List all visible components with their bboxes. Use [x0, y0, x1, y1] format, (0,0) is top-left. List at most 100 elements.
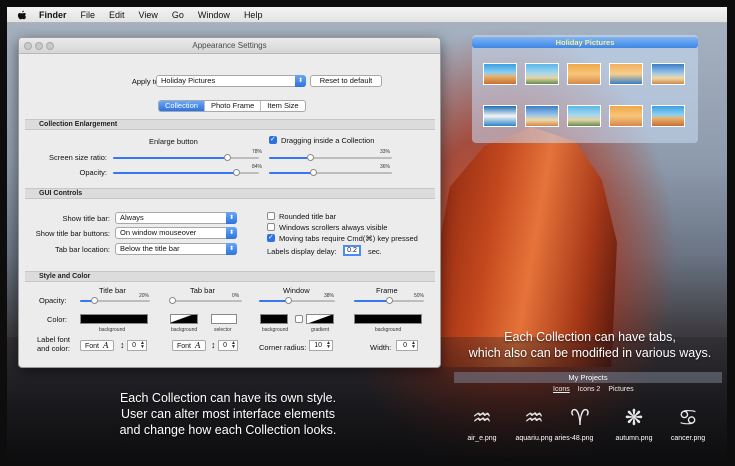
frame-opacity-slider[interactable]: [354, 297, 424, 305]
show-title-buttons-select[interactable]: On window mouseover ⬍: [115, 227, 237, 239]
air-icon[interactable]: ♒: [462, 406, 502, 430]
file-name[interactable]: air_e.png: [456, 434, 508, 443]
apple-icon[interactable]: [17, 10, 27, 20]
menu-edit[interactable]: Edit: [109, 10, 125, 20]
window-opacity-slider[interactable]: [259, 297, 335, 305]
my-projects-collection[interactable]: My Projects Icons Icons 2 Pictures ♒ air…: [454, 372, 722, 456]
slider-knob[interactable]: [223, 154, 231, 161]
slider-knob[interactable]: [91, 297, 98, 304]
my-projects-title[interactable]: My Projects: [454, 372, 722, 383]
tab-pictures[interactable]: Pictures: [604, 385, 637, 394]
tab-collection[interactable]: Collection: [159, 101, 205, 111]
corner-radius-field[interactable]: 10 ▲ ▼: [309, 340, 333, 351]
photo-thumbnail[interactable]: [609, 105, 643, 127]
style-color-label: Color:: [47, 315, 68, 324]
file-name[interactable]: aries-48.png: [554, 434, 594, 443]
chevron-updown-icon: ⬍: [226, 212, 237, 224]
appearance-settings-window: Appearance Settings Apply to: Holiday Pi…: [18, 37, 441, 368]
title-bar-color-swatch[interactable]: [80, 314, 148, 324]
slider-knob[interactable]: [310, 169, 318, 176]
labels-delay-field[interactable]: 0.2: [343, 245, 361, 256]
rounded-title-bar-checkbox[interactable]: [267, 212, 275, 220]
drag-ratio-slider[interactable]: [269, 154, 392, 162]
photo-thumbnail[interactable]: [525, 105, 559, 127]
stepper-icon[interactable]: ▲ ▼: [230, 341, 237, 350]
font-button-label: Font: [177, 343, 192, 350]
apply-to-label: Apply to:: [131, 77, 161, 86]
tab-icons-2[interactable]: Icons 2: [574, 385, 605, 394]
tab-photo-frame[interactable]: Photo Frame: [205, 101, 262, 111]
cancer-icon[interactable]: ♋: [668, 406, 708, 430]
column-tab-bar: Tab bar: [190, 286, 216, 295]
window-gradient-swatch[interactable]: [306, 314, 334, 324]
stepper-icon[interactable]: ▲ ▼: [139, 341, 146, 350]
drag-opacity-slider[interactable]: [269, 169, 392, 177]
stepper-icon[interactable]: ▲ ▼: [410, 341, 417, 350]
tab-icons[interactable]: Icons: [549, 385, 574, 394]
slider-knob[interactable]: [284, 297, 292, 304]
slider-knob[interactable]: [306, 154, 314, 161]
photo-thumbnail[interactable]: [651, 105, 685, 127]
file-name[interactable]: autumn.png: [608, 434, 660, 443]
menu-go[interactable]: Go: [172, 10, 184, 20]
slider-knob[interactable]: [386, 297, 393, 304]
show-title-bar-select[interactable]: Always ⬍: [115, 212, 237, 224]
scrollers-visible-checkbox[interactable]: [267, 223, 275, 231]
slider-knob[interactable]: [232, 169, 240, 176]
menu-finder[interactable]: Finder: [39, 10, 67, 20]
frame-color-swatch[interactable]: [354, 314, 422, 324]
my-projects-tabs: Icons Icons 2 Pictures: [549, 385, 638, 394]
minimize-button[interactable]: [35, 42, 43, 50]
window-titlebar[interactable]: Appearance Settings: [19, 38, 440, 54]
aquarius-icon[interactable]: ♒: [514, 406, 554, 430]
photo-thumbnail[interactable]: [567, 105, 601, 127]
file-name[interactable]: aquariu.png: [508, 434, 560, 443]
show-title-bar-label: Show title bar:: [62, 214, 110, 223]
tab-bar-font-size-field[interactable]: 0 ▲ ▼: [218, 340, 238, 351]
slider-knob[interactable]: [169, 297, 176, 304]
menu-view[interactable]: View: [139, 10, 158, 20]
photo-thumbnail[interactable]: [525, 63, 559, 85]
stepper-icon[interactable]: ▲ ▼: [325, 341, 332, 350]
screen-size-ratio-slider[interactable]: [113, 154, 259, 162]
photo-thumbnail[interactable]: [483, 105, 517, 127]
file-name[interactable]: cancer.png: [662, 434, 714, 443]
window-gradient-checkbox[interactable]: [295, 315, 303, 323]
reset-to-default-button[interactable]: Reset to default: [310, 75, 382, 87]
aries-icon[interactable]: ♈: [560, 406, 600, 430]
title-bar-opacity-slider[interactable]: [80, 297, 150, 305]
photo-thumbnail[interactable]: [651, 63, 685, 85]
tab-bar-selector-swatch[interactable]: [211, 314, 237, 324]
tab-bar-font-button[interactable]: Font A: [172, 340, 206, 351]
holiday-pictures-title[interactable]: Holiday Pictures: [472, 37, 698, 48]
menu-help[interactable]: Help: [244, 10, 263, 20]
photo-thumbnail[interactable]: [609, 63, 643, 85]
autumn-leaf-icon[interactable]: ❋: [614, 406, 654, 430]
width-field[interactable]: 0 ▲ ▼: [396, 340, 418, 351]
tab-bar-background-swatch[interactable]: [170, 314, 198, 324]
swatch-gradient-caption: gradient: [311, 327, 330, 333]
zoom-button[interactable]: [46, 42, 54, 50]
tab-bar-location-select[interactable]: Below the title bar ⬍: [115, 243, 237, 255]
menu-bar: Finder File Edit View Go Window Help: [7, 7, 727, 23]
rounded-title-bar-label: Rounded title bar: [279, 212, 337, 221]
apply-to-select[interactable]: Holiday Pictures ⬍: [156, 75, 306, 87]
tab-item-size[interactable]: Item Size: [261, 101, 304, 111]
close-button[interactable]: [24, 42, 32, 50]
dragging-checkbox[interactable]: [269, 135, 277, 144]
title-bar-font-size-field[interactable]: 0 ▲ ▼: [127, 340, 147, 351]
tab-bar-opacity-slider[interactable]: [169, 297, 242, 305]
menu-window[interactable]: Window: [198, 10, 230, 20]
menu-file[interactable]: File: [81, 10, 96, 20]
opacity-slider[interactable]: [113, 169, 259, 177]
holiday-pictures-collection[interactable]: Holiday Pictures: [472, 35, 698, 143]
photo-thumbnail[interactable]: [567, 63, 601, 85]
window-background-swatch[interactable]: [260, 314, 288, 324]
column-title-bar: Title bar: [99, 286, 126, 295]
photo-thumbnail[interactable]: [483, 63, 517, 85]
moving-tabs-checkbox[interactable]: [267, 233, 275, 242]
label-font-label-1: Label font: [37, 335, 70, 344]
title-bar-font-button[interactable]: Font A: [80, 340, 114, 351]
width-value: 0: [403, 342, 407, 349]
labels-delay-unit: sec.: [368, 247, 382, 256]
